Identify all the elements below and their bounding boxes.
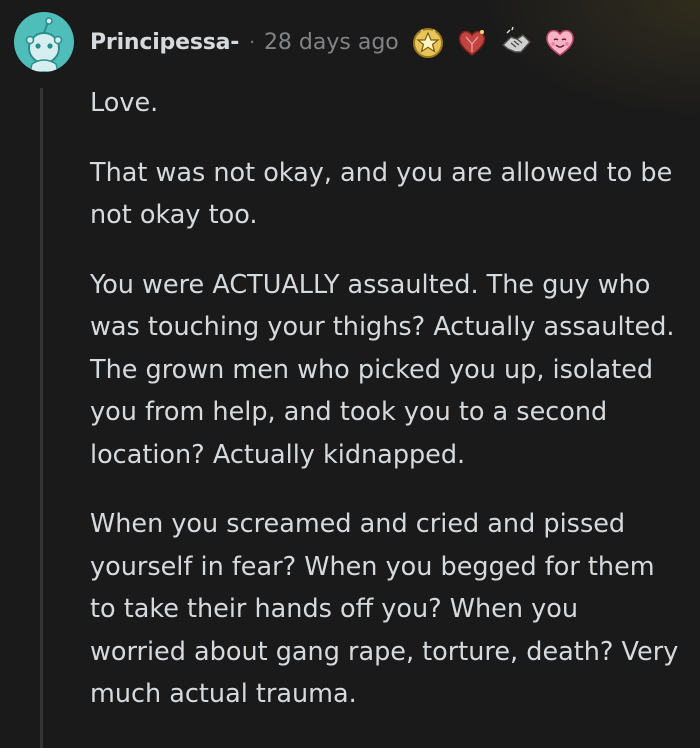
comment-paragraph: That was not okay, and you are allowed t… <box>90 157 673 231</box>
awards-row[interactable] <box>411 25 587 59</box>
comment-paragraph: Love. <box>90 88 159 118</box>
comment-header: Principessa- · 28 days ago <box>14 12 587 72</box>
heart-gem-award-icon[interactable] <box>455 25 489 59</box>
snoo-avatar-icon <box>25 17 63 72</box>
gold-star-award-icon[interactable] <box>411 25 445 59</box>
meta-separator: · <box>249 31 255 53</box>
timestamp[interactable]: 28 days ago <box>264 30 399 55</box>
username[interactable]: Principessa- <box>90 30 239 55</box>
handshake-award-icon[interactable] <box>499 25 533 59</box>
wholesome-award-icon[interactable] <box>543 25 577 59</box>
comment-body: Love. That was not okay, and you are all… <box>90 82 680 743</box>
comment-paragraph: You were ACTUALLY assaulted. The guy who… <box>90 269 675 470</box>
avatar[interactable] <box>14 12 74 72</box>
thread-collapse-line[interactable] <box>40 88 43 748</box>
comment-paragraph: When you screamed and cried and pissed y… <box>90 509 679 709</box>
